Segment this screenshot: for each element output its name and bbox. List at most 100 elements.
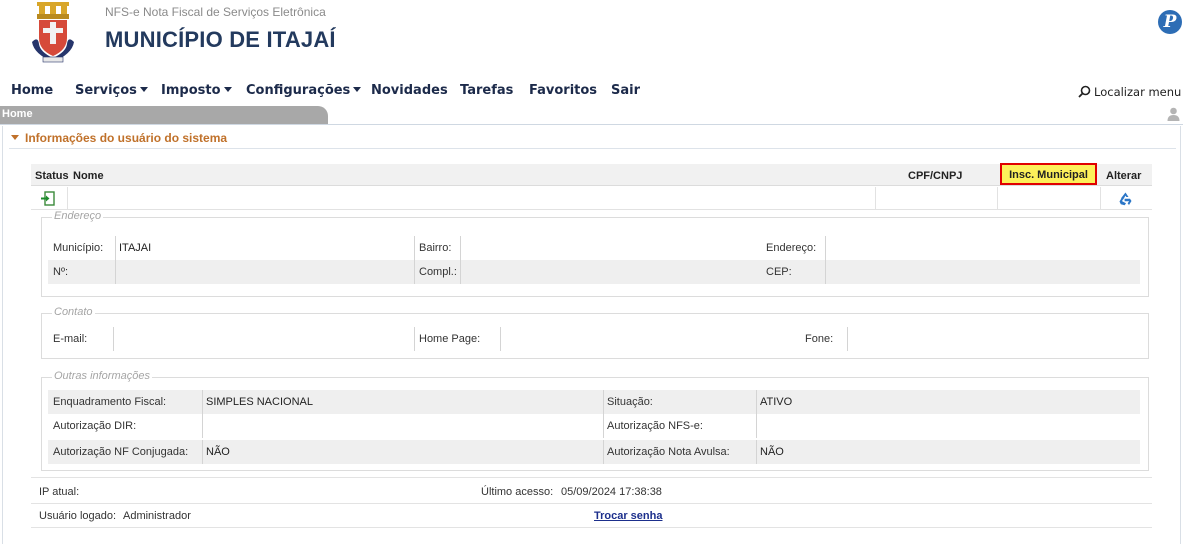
user-info-panel: Informações do usuário do sistema Status… — [2, 126, 1181, 544]
trocar-senha-link[interactable]: Trocar senha — [594, 510, 662, 522]
contato-fieldset: Contato E-mail: Home Page: Fone: — [41, 306, 1149, 359]
fone-label: Fone: — [805, 333, 834, 345]
menu-imposto-label: Imposto — [161, 83, 221, 98]
field-divider — [202, 390, 203, 414]
field-divider — [202, 440, 203, 464]
cep-label: CEP: — [766, 266, 792, 278]
menu-tarefas[interactable]: Tarefas — [460, 83, 513, 98]
field-divider — [115, 260, 116, 284]
breadcrumb-bar: Home — [0, 106, 1183, 124]
endereco-legend: Endereço — [52, 210, 104, 222]
divider — [9, 148, 1176, 149]
cell-divider — [1100, 187, 1101, 210]
breadcrumb-home[interactable]: Home — [2, 108, 33, 120]
divider — [0, 124, 1183, 125]
outras-row-2: Autorização DIR: Autorização NFS-e: — [48, 414, 1140, 438]
locate-menu-button[interactable]: Localizar menu — [1078, 85, 1181, 99]
table-row — [31, 187, 1152, 210]
field-divider — [414, 260, 415, 284]
field-divider — [756, 440, 757, 464]
menu-imposto[interactable]: Imposto — [161, 83, 232, 98]
menu-configuracoes-label: Configurações — [246, 83, 351, 98]
contato-row: E-mail: Home Page: Fone: — [48, 327, 1140, 351]
menu-favoritos[interactable]: Favoritos — [529, 83, 597, 98]
field-divider — [847, 327, 848, 351]
caret-down-icon — [139, 87, 148, 92]
col-insc-municipal: Insc. Municipal — [1000, 163, 1097, 185]
divider — [31, 503, 1152, 504]
usuario-logado-value: Administrador — [123, 510, 191, 522]
aut-nf-conjugada-label: Autorização NF Conjugada: — [53, 446, 189, 458]
municipal-crest-logo — [32, 2, 74, 63]
col-cpf-cnpj: CPF/CNPJ — [908, 170, 963, 182]
main-menu: Home Serviços Imposto Configurações Novi… — [0, 82, 1183, 102]
menu-configuracoes[interactable]: Configurações — [246, 83, 362, 98]
field-divider — [115, 236, 116, 260]
app-header: NFS-e Nota Fiscal de Serviços Eletrônica… — [0, 0, 1183, 80]
field-divider — [500, 327, 501, 351]
divider — [31, 477, 1152, 478]
menu-sair[interactable]: Sair — [611, 83, 640, 98]
municipio-value: ITAJAI — [119, 242, 152, 254]
search-icon — [1078, 85, 1091, 98]
brand-p-icon[interactable]: P — [1158, 10, 1182, 34]
field-divider — [414, 327, 415, 351]
ip-label: IP atual: — [39, 486, 80, 498]
cell-divider — [875, 187, 876, 210]
menu-servicos-label: Serviços — [75, 83, 137, 98]
locate-menu-label: Localizar menu — [1094, 85, 1182, 99]
email-label: E-mail: — [53, 333, 88, 345]
user-icon[interactable] — [1167, 107, 1180, 121]
app-subtitle: NFS-e Nota Fiscal de Serviços Eletrônica — [105, 5, 326, 19]
field-divider — [825, 260, 826, 284]
menu-tarefas-label: Tarefas — [460, 83, 514, 98]
menu-servicos[interactable]: Serviços — [75, 83, 148, 98]
aut-nfse-label: Autorização NFS-e: — [607, 420, 703, 432]
field-divider — [603, 440, 604, 464]
cell-divider — [67, 187, 68, 210]
divider — [31, 527, 1152, 528]
field-divider — [202, 414, 203, 438]
menu-novidades-label: Novidades — [371, 83, 448, 98]
outras-info-legend: Outras informações — [52, 370, 152, 382]
field-divider — [756, 414, 757, 438]
field-divider — [113, 327, 114, 351]
aut-dir-label: Autorização DIR: — [53, 420, 137, 432]
users-table-header: Status Nome CPF/CNPJ Insc. Municipal Alt… — [31, 163, 1152, 186]
compl-label: Compl.: — [419, 266, 457, 278]
menu-home-label: Home — [11, 83, 54, 98]
field-divider — [603, 390, 604, 414]
recycle-icon[interactable] — [1118, 191, 1133, 206]
outras-row-3: Autorização NF Conjugada: NÃO Autorizaçã… — [48, 440, 1140, 464]
col-nome: Nome — [73, 170, 104, 182]
enquadramento-label: Enquadramento Fiscal: — [53, 396, 167, 408]
contato-legend: Contato — [52, 306, 95, 318]
municipality-title: MUNICÍPIO DE ITAJAÍ — [105, 27, 336, 52]
outras-info-fieldset: Outras informações Enquadramento Fiscal:… — [41, 370, 1149, 471]
field-divider — [756, 390, 757, 414]
field-divider — [460, 260, 461, 284]
field-divider — [414, 236, 415, 260]
endereco-fieldset: Endereço Município: ITAJAI Bairro: Ender… — [41, 210, 1149, 297]
field-divider — [825, 236, 826, 260]
menu-novidades[interactable]: Novidades — [371, 83, 448, 98]
field-divider — [603, 414, 604, 438]
section-header[interactable]: Informações do usuário do sistema — [11, 131, 227, 145]
caret-down-icon — [223, 87, 232, 92]
login-icon[interactable] — [40, 191, 55, 206]
col-status: Status — [35, 170, 69, 182]
bairro-label: Bairro: — [419, 242, 452, 254]
ultimo-acesso-label: Último acesso: — [481, 486, 554, 498]
endereco-row-1: Município: ITAJAI Bairro: Endereço: — [48, 236, 1140, 260]
breadcrumb: Home — [0, 106, 328, 124]
municipio-label: Município: — [53, 242, 104, 254]
caret-down-icon — [353, 87, 362, 92]
numero-label: Nº: — [53, 266, 69, 278]
field-divider — [460, 236, 461, 260]
endereco-row-2: Nº: Compl.: CEP: — [48, 260, 1140, 284]
situacao-label: Situação: — [607, 396, 653, 408]
aut-nf-conjugada-value: NÃO — [206, 446, 230, 458]
homepage-label: Home Page: — [419, 333, 481, 345]
endereco-label: Endereço: — [766, 242, 817, 254]
menu-home[interactable]: Home — [11, 83, 53, 98]
